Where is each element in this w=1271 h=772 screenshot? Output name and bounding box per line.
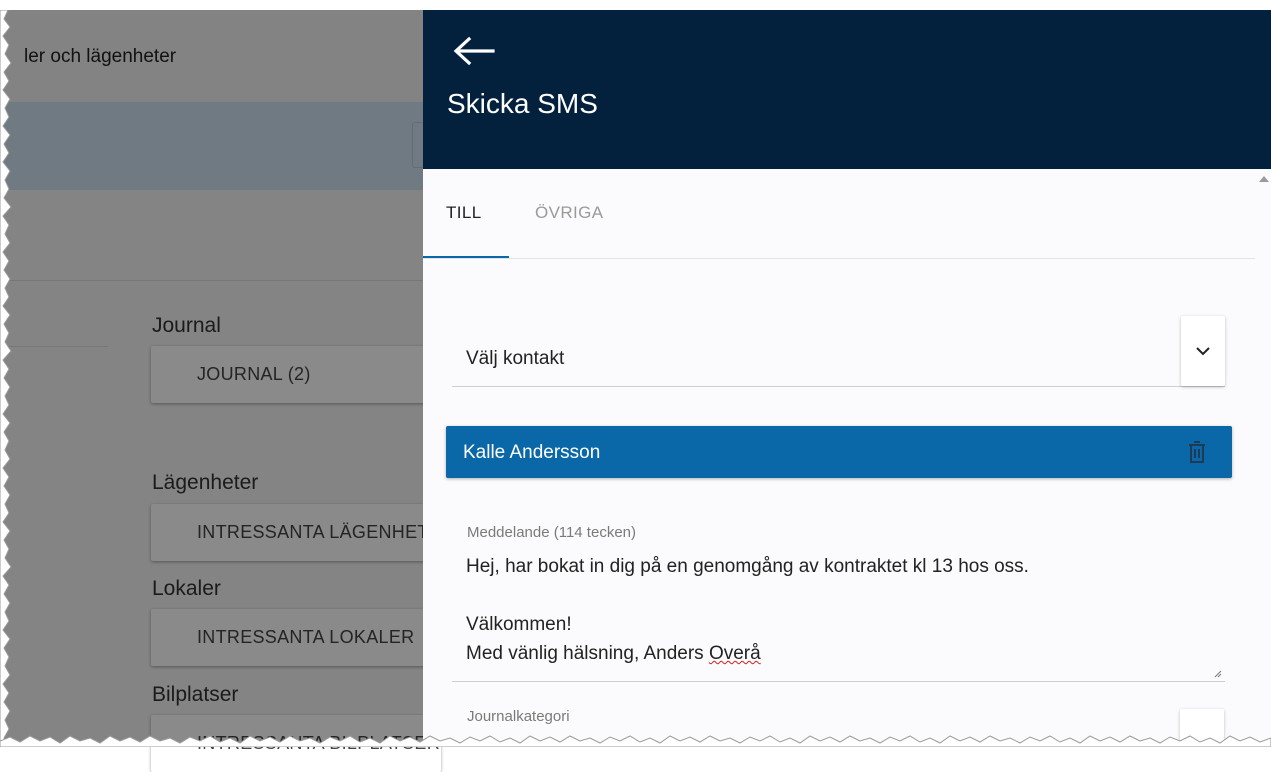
active-tab-indicator (423, 256, 509, 258)
misspelled-word: Overå (708, 643, 761, 664)
selected-contact: Kalle Andersson (446, 426, 1232, 478)
drawer-title: Skicka SMS (447, 88, 598, 119)
contact-select-toggle[interactable] (1181, 316, 1225, 386)
send-sms-drawer: Skicka SMS TILL ÖVRIGA Välj kontakt Kall… (423, 10, 1271, 747)
contact-select-placeholder: Välj kontakt (466, 348, 565, 369)
tab-ovriga[interactable]: ÖVRIGA (535, 203, 604, 223)
message-line-3: Välkommen! (466, 614, 572, 635)
tab-bar: TILL ÖVRIGA (423, 169, 1255, 259)
selected-contact-name: Kalle Andersson (463, 442, 601, 463)
message-line-1: Hej, har bokat in dig på en genomgång av… (466, 556, 1029, 577)
message-label: Meddelande (114 tecken) (467, 524, 636, 541)
torn-edge-bottom (0, 735, 1271, 747)
message-textarea[interactable]: Hej, har bokat in dig på en genomgång av… (452, 546, 1225, 682)
resize-handle-icon[interactable] (1214, 670, 1222, 678)
message-text: Hej, har bokat in dig på en genomgång av… (466, 552, 1029, 668)
tab-till[interactable]: TILL (446, 203, 482, 223)
contact-select[interactable]: Välj kontakt (452, 316, 1225, 387)
trash-icon[interactable] (1186, 439, 1208, 465)
chevron-down-icon (1196, 347, 1210, 356)
journal-category-label: Journalkategori (467, 708, 570, 725)
scroll-up-arrow[interactable] (1259, 176, 1269, 182)
arrow-left-icon[interactable] (451, 36, 495, 66)
message-line-4-prefix: Med vänlig hälsning, Anders (466, 643, 709, 664)
drawer-header: Skicka SMS (423, 10, 1271, 169)
torn-edge-left (0, 10, 12, 747)
